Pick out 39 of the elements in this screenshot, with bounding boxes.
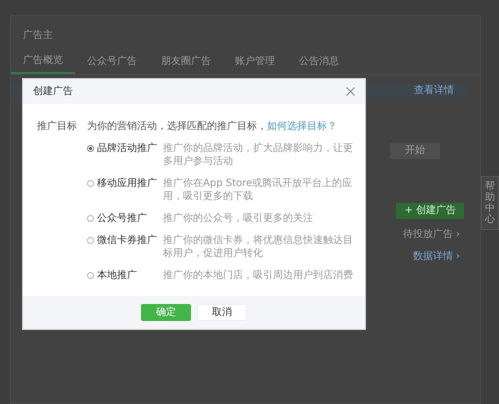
tab[interactable]: 广告概览 bbox=[11, 50, 75, 74]
radio-option[interactable]: 移动应用推广 bbox=[87, 177, 163, 190]
radio-option[interactable]: 公众号推广 bbox=[87, 212, 163, 225]
tab[interactable]: 账户管理 bbox=[223, 50, 287, 74]
help-center-tab[interactable]: 帮助中心 bbox=[481, 176, 499, 230]
radio-option[interactable]: 本地推广 bbox=[87, 269, 163, 282]
radio-button[interactable] bbox=[87, 215, 94, 222]
radio-option[interactable]: 品牌活动推广 bbox=[87, 142, 163, 155]
option-description: 推广你的本地门店，吸引周边用户到店消费 bbox=[163, 269, 353, 282]
intro-text: 为你的营销活动，选择匹配的推广目标，如何选择目标？ bbox=[87, 120, 337, 133]
radio-button[interactable] bbox=[87, 145, 94, 152]
data-details-link[interactable]: 数据详情 › bbox=[412, 251, 460, 263]
option-label: 微信卡券推广 bbox=[97, 234, 157, 247]
start-button[interactable]: 开始 bbox=[390, 143, 440, 159]
help-link[interactable]: 如何选择目标？ bbox=[267, 121, 337, 132]
radio-option[interactable]: 微信卡券推广 bbox=[87, 234, 163, 247]
option-label: 移动应用推广 bbox=[97, 177, 157, 190]
details-link[interactable]: 查看详情 bbox=[414, 85, 454, 97]
option-description: 推广你的品牌活动，扩大品牌影响力，让更多用户参与活动 bbox=[163, 142, 354, 168]
cancel-button[interactable]: 取消 bbox=[197, 304, 247, 321]
radio-button[interactable] bbox=[87, 272, 94, 279]
confirm-button[interactable]: 确定 bbox=[141, 304, 191, 321]
page-title: 广告主 bbox=[22, 28, 54, 43]
option-label: 本地推广 bbox=[97, 269, 137, 282]
dialog-title: 创建广告 bbox=[33, 85, 73, 98]
field-label: 推广目标 bbox=[37, 120, 78, 133]
radio-button[interactable] bbox=[87, 237, 94, 244]
option-description: 推广你的公众号，吸引更多的关注 bbox=[163, 212, 313, 225]
option-description: 推广你的微信卡券，将优惠信息快速触达目标用户，促进用户转化 bbox=[163, 234, 354, 260]
tab[interactable]: 公众号广告 bbox=[75, 50, 149, 74]
tab[interactable]: 朋友圈广告 bbox=[149, 50, 223, 74]
create-ad-button[interactable]: + 创建广告 bbox=[396, 203, 464, 219]
option-description: 推广你在App Store或腾讯开放平台上的应用，吸引更多的下载 bbox=[163, 177, 354, 203]
close-icon[interactable] bbox=[346, 87, 355, 96]
radio-button[interactable] bbox=[87, 180, 94, 187]
tab[interactable]: 公告消息 bbox=[287, 50, 351, 74]
option-label: 品牌活动推广 bbox=[97, 142, 157, 155]
pending-link[interactable]: 待投放广告 › bbox=[402, 229, 460, 241]
option-label: 公众号推广 bbox=[97, 212, 147, 225]
